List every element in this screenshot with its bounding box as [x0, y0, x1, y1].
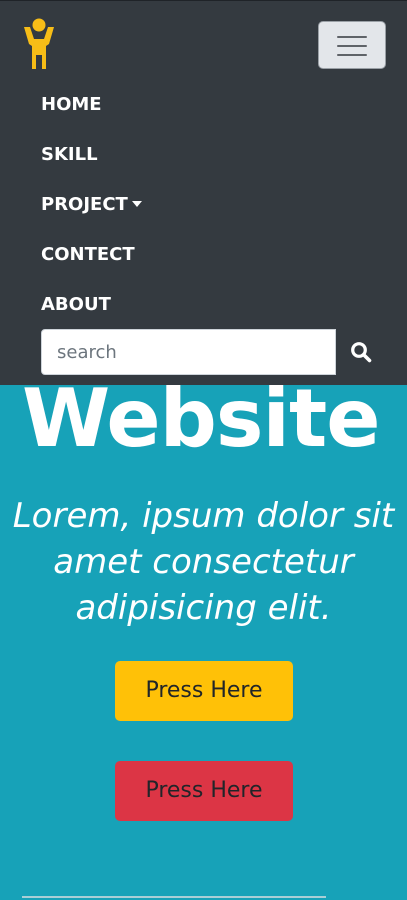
nav-dropdown-project[interactable]: PROJECT	[41, 194, 142, 216]
nav-link-contect[interactable]: CONTECT	[41, 244, 135, 266]
hamburger-menu-button[interactable]	[318, 21, 386, 69]
nav-link-home[interactable]: HOME	[41, 94, 102, 116]
search-button[interactable]	[336, 329, 386, 375]
search-input[interactable]	[41, 329, 336, 375]
scroll-indicator	[22, 896, 326, 898]
press-here-button-red[interactable]: Press Here	[115, 761, 293, 821]
hamburger-menu-icon	[337, 36, 367, 38]
hero-subtitle: Lorem, ipsum dolor sit amet consectetur …	[12, 496, 395, 628]
caret-down-icon	[131, 200, 142, 207]
navbar: HOME SKILL PROJECT CONTECT ABOUT	[0, 0, 407, 385]
hero-section: Website Lorem, ipsum dolor sit amet cons…	[0, 385, 407, 900]
search-icon	[351, 342, 372, 363]
nav-link-about[interactable]: ABOUT	[41, 294, 111, 316]
hero-title: Website	[22, 385, 380, 465]
nav-link-skill[interactable]: SKILL	[41, 144, 98, 166]
person-arms-up-icon[interactable]	[18, 17, 60, 73]
press-here-button-yellow[interactable]: Press Here	[115, 661, 293, 721]
